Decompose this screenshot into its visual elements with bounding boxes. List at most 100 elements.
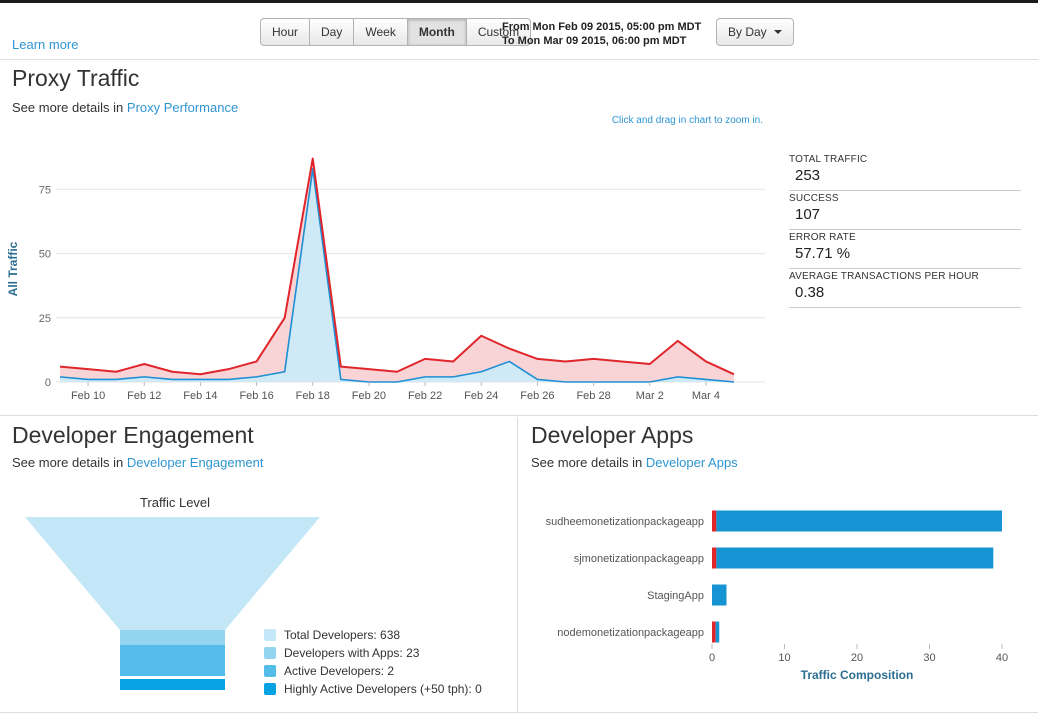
bar-segment-traffic xyxy=(712,585,727,606)
learn-more-link[interactable]: Learn more xyxy=(12,37,78,52)
x-tick-label: Feb 18 xyxy=(296,390,330,402)
legend-label: Total Developers: 638 xyxy=(284,628,400,642)
granularity-label: By Day xyxy=(728,25,767,39)
stat-label: AVERAGE TRANSACTIONS PER HOUR xyxy=(789,271,1021,282)
bar-segment-traffic xyxy=(716,511,1002,532)
proxy-traffic-section: Proxy Traffic See more details in Proxy … xyxy=(0,60,1038,416)
developer-engagement-title: Developer Engagement xyxy=(12,422,254,449)
proxy-traffic-chart[interactable]: 0255075Feb 10Feb 12Feb 14Feb 16Feb 18Feb… xyxy=(0,146,775,418)
date-range-button-group: Hour Day Week Month Custom xyxy=(260,18,531,46)
to-date-text: To Mon Mar 09 2015, 06:00 pm MDT xyxy=(502,34,701,48)
proxy-traffic-subtitle: See more details in Proxy Performance xyxy=(12,100,238,115)
traffic-stats-panel: TOTAL TRAFFIC 253 SUCCESS 107 ERROR RATE… xyxy=(789,152,1021,308)
y-tick-label: 50 xyxy=(39,249,51,261)
see-more-text: See more details in xyxy=(531,455,646,470)
developer-apps-section: Developer Apps See more details in Devel… xyxy=(519,417,1038,712)
legend-label: Active Developers: 2 xyxy=(284,664,394,678)
bar-category-label: StagingApp xyxy=(647,590,704,602)
legend-item: Active Developers: 2 xyxy=(264,662,482,680)
legend-label: Highly Active Developers (+50 tph): 0 xyxy=(284,682,482,696)
stat-value: 107 xyxy=(789,206,1021,223)
stat-value: 57.71 % xyxy=(789,245,1021,262)
success-line xyxy=(60,169,734,382)
x-tick-label: Feb 24 xyxy=(464,390,498,402)
bar-category-label: sudheemonetizationpackageapp xyxy=(546,516,704,528)
analytics-dashboard: Learn more Hour Day Week Month Custom Fr… xyxy=(0,0,1038,717)
bar-segment-errors xyxy=(712,622,716,643)
stat-value: 253 xyxy=(789,167,1021,184)
see-more-text: See more details in xyxy=(12,100,127,115)
bar-segment-errors xyxy=(712,548,716,569)
legend-swatch xyxy=(264,647,276,659)
x-tick-label: 40 xyxy=(996,652,1008,664)
x-tick-label: 0 xyxy=(709,652,715,664)
x-tick-label: Mar 2 xyxy=(636,390,664,402)
funnel-segment-active xyxy=(120,645,225,676)
developer-apps-link[interactable]: Developer Apps xyxy=(646,455,738,470)
legend-swatch xyxy=(264,683,276,695)
traffic-area xyxy=(60,159,734,382)
zoom-hint-text: Click and drag in chart to zoom in. xyxy=(612,115,763,126)
funnel-segment-with-apps xyxy=(120,630,225,645)
x-tick-label: 20 xyxy=(851,652,863,664)
x-axis-label: Traffic Composition xyxy=(801,668,914,682)
bar-category-label: nodemonetizationpackageapp xyxy=(557,627,704,639)
funnel-segment-total xyxy=(25,517,320,630)
developer-apps-bar-chart[interactable]: sudheemonetizationpackageapp sjmonetizati… xyxy=(519,503,1034,693)
stat-avg-tph: AVERAGE TRANSACTIONS PER HOUR 0.38 xyxy=(789,269,1021,308)
topbar: Learn more Hour Day Week Month Custom Fr… xyxy=(0,0,1038,60)
legend-swatch xyxy=(264,629,276,641)
stat-error-rate: ERROR RATE 57.71 % xyxy=(789,230,1021,269)
developer-engagement-section: Developer Engagement See more details in… xyxy=(0,417,518,712)
range-day-button[interactable]: Day xyxy=(309,18,354,46)
developer-engagement-subtitle: See more details in Developer Engagement xyxy=(12,455,264,470)
from-date-text: From Mon Feb 09 2015, 05:00 pm MDT xyxy=(502,20,701,34)
see-more-text: See more details in xyxy=(12,455,127,470)
bar-segment-errors xyxy=(712,511,716,532)
x-tick-label: Feb 12 xyxy=(127,390,161,402)
granularity-dropdown[interactable]: By Day xyxy=(716,18,794,46)
bar-segment-traffic xyxy=(716,622,720,643)
stat-total-traffic: TOTAL TRAFFIC 253 xyxy=(789,152,1021,191)
x-tick-label: Feb 22 xyxy=(408,390,442,402)
developer-apps-title: Developer Apps xyxy=(531,422,693,449)
stat-success: SUCCESS 107 xyxy=(789,191,1021,230)
legend-item: Highly Active Developers (+50 tph): 0 xyxy=(264,680,482,698)
funnel-segment-highly-active xyxy=(120,679,225,690)
developer-apps-subtitle: See more details in Developer Apps xyxy=(531,455,738,470)
x-tick-label: Feb 26 xyxy=(520,390,554,402)
range-month-button[interactable]: Month xyxy=(407,18,467,46)
x-tick-label: Feb 14 xyxy=(183,390,217,402)
legend-label: Developers with Apps: 23 xyxy=(284,646,419,660)
legend-item: Developers with Apps: 23 xyxy=(264,644,482,662)
x-tick-label: 10 xyxy=(778,652,790,664)
x-tick-label: 30 xyxy=(923,652,935,664)
stat-value: 0.38 xyxy=(789,284,1021,301)
proxy-performance-link[interactable]: Proxy Performance xyxy=(127,100,238,115)
bar-category-label: sjmonetizationpackageapp xyxy=(574,553,704,565)
x-tick-label: Mar 4 xyxy=(692,390,720,402)
range-hour-button[interactable]: Hour xyxy=(260,18,310,46)
bottom-panels: Developer Engagement See more details in… xyxy=(0,417,1038,713)
traffic-line xyxy=(60,159,734,375)
caret-down-icon xyxy=(774,30,782,34)
developer-engagement-link[interactable]: Developer Engagement xyxy=(127,455,264,470)
stat-label: TOTAL TRAFFIC xyxy=(789,154,1021,165)
x-tick-label: Feb 28 xyxy=(576,390,610,402)
range-week-button[interactable]: Week xyxy=(353,18,407,46)
bar-segment-traffic xyxy=(716,548,993,569)
date-range-display: From Mon Feb 09 2015, 05:00 pm MDT To Mo… xyxy=(502,20,701,48)
y-axis-label: All Traffic xyxy=(6,241,20,296)
x-tick-label: Feb 10 xyxy=(71,390,105,402)
legend-swatch xyxy=(264,665,276,677)
x-tick-label: Feb 20 xyxy=(352,390,386,402)
stat-label: SUCCESS xyxy=(789,193,1021,204)
proxy-traffic-title: Proxy Traffic xyxy=(12,65,139,92)
stat-label: ERROR RATE xyxy=(789,232,1021,243)
legend-item: Total Developers: 638 xyxy=(264,626,482,644)
funnel-legend: Total Developers: 638 Developers with App… xyxy=(264,626,482,698)
x-tick-label: Feb 16 xyxy=(239,390,273,402)
y-tick-label: 75 xyxy=(39,184,51,196)
y-tick-label: 0 xyxy=(45,377,51,389)
success-area xyxy=(60,169,734,382)
